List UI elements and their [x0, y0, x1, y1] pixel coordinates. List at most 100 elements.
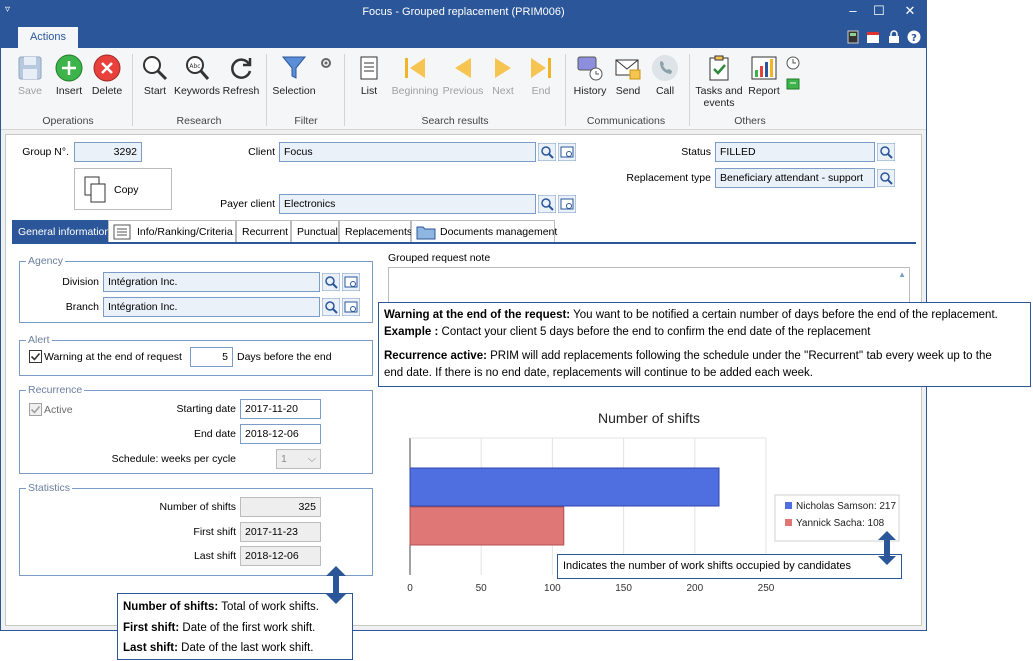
- days-before-label: Days before the end: [237, 351, 332, 363]
- call-button[interactable]: Call: [649, 54, 681, 97]
- tab-replacements[interactable]: Replacements: [339, 220, 412, 243]
- export-report-icon[interactable]: [786, 76, 800, 90]
- ribbon-separator: [689, 54, 690, 126]
- clock-icon[interactable]: [786, 56, 800, 70]
- tasks-and-events-button[interactable]: Tasks and events: [695, 54, 743, 109]
- tab-recurrent[interactable]: Recurrent: [236, 220, 291, 243]
- scroll-list-icon: [360, 56, 378, 80]
- last-shift-field: 2018-12-06: [240, 546, 321, 566]
- selection-button[interactable]: Selection: [271, 54, 317, 97]
- grouped-request-note-textarea[interactable]: ▲: [388, 267, 910, 303]
- client-search-icon[interactable]: [538, 143, 556, 161]
- funnel-icon: [281, 56, 307, 79]
- recurrence-active-label: Active: [44, 404, 73, 416]
- save-button[interactable]: Save: [11, 54, 49, 97]
- status-search-icon[interactable]: [877, 143, 895, 161]
- chart-tick-label: 100: [544, 583, 561, 594]
- number-of-shifts-field: 325: [240, 497, 321, 517]
- history-button[interactable]: History: [571, 54, 609, 97]
- ribbon-separator: [266, 54, 267, 126]
- chart-tick-label: 200: [686, 583, 703, 594]
- starting-date-field[interactable]: 2017-11-20: [240, 399, 321, 419]
- send-button[interactable]: Send: [611, 54, 645, 97]
- weeks-per-cycle-select[interactable]: 1 ⌵: [276, 449, 321, 469]
- refresh-button[interactable]: Refresh: [222, 54, 260, 97]
- payer-search-icon[interactable]: [538, 195, 556, 213]
- filter-settings-gear-icon[interactable]: [319, 56, 333, 70]
- calendar-icon[interactable]: [866, 30, 880, 44]
- tab-documents-management[interactable]: Documents management: [411, 220, 557, 243]
- branch-field[interactable]: Intégration Inc.: [103, 297, 320, 317]
- division-label: Division: [62, 276, 99, 288]
- client-field[interactable]: Focus: [279, 142, 536, 162]
- list-button[interactable]: List: [353, 54, 385, 97]
- tab-actions[interactable]: Actions: [18, 27, 78, 48]
- status-field[interactable]: FILLED: [715, 142, 875, 162]
- end-date-field[interactable]: 2018-12-06: [240, 424, 321, 444]
- chart-legend-swatch: [785, 502, 792, 509]
- replacement-type-field[interactable]: Beneficiary attendant - support: [715, 168, 875, 188]
- end-date-label: End date: [193, 428, 236, 440]
- next-button[interactable]: Next: [487, 54, 519, 97]
- division-search-icon[interactable]: [322, 273, 340, 291]
- tab-info-ranking-criteria[interactable]: Info/Ranking/Criteria: [108, 220, 236, 243]
- insert-button[interactable]: Insert: [51, 54, 87, 97]
- chart-tick-label: 0: [407, 583, 413, 594]
- group-label-operations: Operations: [42, 115, 94, 127]
- magnifier-icon: [143, 56, 168, 81]
- next-arrow-icon: [495, 58, 511, 78]
- recurrence-active-checkbox[interactable]: [29, 403, 42, 416]
- end-button[interactable]: End: [525, 54, 557, 97]
- statistics-callout: Number of shifts: Total of work shifts. …: [117, 593, 353, 660]
- maximize-icon[interactable]: ☐: [869, 3, 889, 19]
- help-icon[interactable]: ?: [907, 30, 921, 44]
- ribbon-separator: [132, 54, 133, 126]
- branch-open-icon[interactable]: [342, 298, 360, 316]
- client-open-icon[interactable]: [558, 143, 576, 161]
- payer-client-field[interactable]: Electronics: [279, 194, 536, 214]
- number-of-shifts-label: Number of shifts: [159, 501, 236, 513]
- report-button[interactable]: Report: [745, 54, 783, 97]
- chart-bar-yannick-sacha: [409, 506, 565, 546]
- tab-underline: [12, 242, 916, 244]
- start-button[interactable]: Start: [139, 54, 171, 97]
- chart-tick-label: 250: [758, 583, 775, 594]
- group-label-research: Research: [176, 115, 222, 127]
- division-field[interactable]: Intégration Inc.: [103, 272, 320, 292]
- previous-arrow-icon: [455, 58, 471, 78]
- warning-checkbox[interactable]: [29, 350, 42, 363]
- lock-icon[interactable]: [887, 30, 901, 44]
- chevron-down-icon: ⌵: [308, 453, 316, 465]
- scroll-up-icon[interactable]: ▲: [898, 270, 906, 279]
- division-open-icon[interactable]: [342, 273, 360, 291]
- payer-open-icon[interactable]: [558, 195, 576, 213]
- minimize-icon[interactable]: –: [843, 3, 863, 18]
- copy-button[interactable]: Copy: [74, 168, 172, 210]
- grouped-request-note-label: Grouped request note: [388, 252, 491, 264]
- chart-tick-label: 150: [615, 583, 632, 594]
- chart-note-double-arrow-icon: [878, 531, 896, 565]
- delete-button[interactable]: Delete: [89, 54, 125, 97]
- days-before-field[interactable]: 5: [190, 347, 233, 367]
- keywords-button[interactable]: Abc Keywords: [173, 54, 221, 97]
- previous-button[interactable]: Previous: [441, 54, 485, 97]
- chart-title: Number of shifts: [598, 410, 700, 426]
- replacement-type-label: Replacement type: [626, 172, 711, 184]
- close-icon[interactable]: ✕: [900, 3, 920, 19]
- svg-text:?: ?: [911, 33, 917, 44]
- tab-general-information[interactable]: General information: [12, 220, 110, 243]
- chart-legend-entry: Nicholas Samson: 217: [796, 501, 896, 512]
- calculator-icon[interactable]: [846, 30, 860, 44]
- branch-search-icon[interactable]: [322, 298, 340, 316]
- chart-note-callout: Indicates the number of work shifts occu…: [557, 554, 902, 579]
- group-number-label: Group N°.: [22, 146, 69, 158]
- title-bar: ▿ Focus - Grouped replacement (PRIM006) …: [1, 1, 926, 23]
- replacement-type-search-icon[interactable]: [877, 169, 895, 187]
- payer-client-label: Payer client: [220, 198, 275, 210]
- beginning-button[interactable]: Beginning: [389, 54, 441, 97]
- folder-icon: [416, 226, 436, 240]
- group-number-field[interactable]: 3292: [74, 142, 142, 162]
- ribbon-tab-strip: Actions ?: [1, 23, 926, 48]
- refresh-icon: [231, 58, 252, 79]
- tab-punctual[interactable]: Punctual: [291, 220, 339, 243]
